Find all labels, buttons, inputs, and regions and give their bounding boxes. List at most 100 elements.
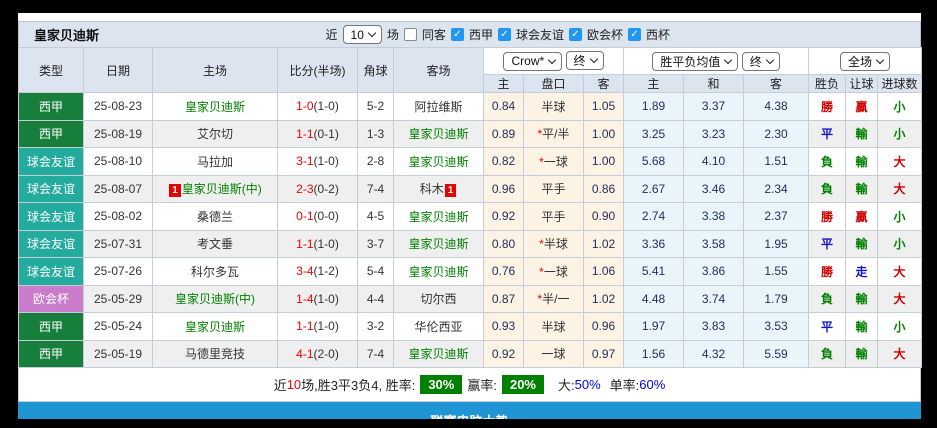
match-date: 25-07-31 <box>83 229 153 258</box>
scope-select[interactable]: 全场 <box>840 51 891 71</box>
league-checkbox-copa[interactable]: ✓ <box>627 28 641 41</box>
euro-home-odds: 5.68 <box>623 147 685 176</box>
match-type-badge: 欧会杯 <box>18 284 84 313</box>
col-header-date: 日期 <box>83 47 153 93</box>
fulltime-score: 1-4 <box>296 291 314 306</box>
home-team-name[interactable]: 马拉加 <box>197 155 233 169</box>
handicap-name: 半球 <box>543 237 568 252</box>
summary-bar: 近 10 场,胜3平3负4, 胜率: 30% 赢率: 20% 大: 50% 单率: 60… <box>18 368 921 402</box>
table-row: 球会友谊 25-08-02 桑德兰 0-1(0-0) 4-5 皇家贝迪斯 0.92 平手 0.9… <box>18 202 923 231</box>
euro-home-odds: 1.89 <box>623 92 685 121</box>
home-team-name[interactable]: 桑德兰 <box>197 210 233 224</box>
col-header-corner: 角球 <box>357 47 394 93</box>
sub-col-goals: 进球数 <box>877 74 923 93</box>
recent-count-value: 10 <box>350 27 364 42</box>
odds-avg-select[interactable]: 胜平负均值 <box>652 51 739 71</box>
handicap-result-cell: 走 <box>845 257 879 286</box>
away-team-name[interactable]: 切尔西 <box>420 292 456 306</box>
euro-home-odds: 3.25 <box>623 119 685 148</box>
sub-col-result: 胜负 <box>808 74 847 93</box>
home-team-name[interactable]: 艾尔切 <box>197 127 233 141</box>
footer-section-bar[interactable]: 联赛电脑大势 <box>18 402 921 419</box>
euro-away-odds: 1.79 <box>743 284 810 313</box>
avg-stage-select-value: 终 <box>749 54 762 69</box>
chevron-down-icon <box>724 55 733 64</box>
away-team-name[interactable]: 皇家贝迪斯 <box>408 237 468 251</box>
match-type-badge: 西甲 <box>18 312 84 341</box>
home-team-cell: 科尔多瓦 <box>152 257 278 286</box>
home-team-cell: 皇家贝迪斯 <box>152 92 278 121</box>
euro-draw-odds: 3.83 <box>683 312 745 341</box>
bookmaker-select[interactable]: Crow* <box>503 51 563 71</box>
away-team-cell: 皇家贝迪斯 <box>393 257 484 286</box>
selects-row: 类型 日期 主场 比分(半场) 角球 客场 Crow* 终 胜平负均值 终 全场 <box>18 47 923 93</box>
team-header-bar: 皇家贝迪斯 近 10 场 同客 ✓ 西甲 ✓ 球会友谊 ✓ 欧会杯 ✓ 西杯 <box>18 21 921 47</box>
chevron-down-icon <box>589 55 598 64</box>
handicap-result-cell: 贏 <box>845 202 879 231</box>
corner-score: 3-7 <box>357 229 394 258</box>
crown-stage-select[interactable]: 终 <box>565 51 604 71</box>
goals-cell: 大 <box>877 284 923 313</box>
handicap-cell: *半球 <box>523 229 584 258</box>
recent-count-select[interactable]: 10 <box>342 25 382 44</box>
home-team-name[interactable]: 马德里竞技 <box>185 347 245 361</box>
goals-cell: 小 <box>877 312 923 341</box>
match-type-badge: 球会友谊 <box>18 147 84 176</box>
fulltime-score: 2-3 <box>296 181 314 196</box>
home-team-name[interactable]: 科尔多瓦 <box>191 265 239 279</box>
corner-score: 4-5 <box>357 202 394 231</box>
euro-draw-odds: 3.23 <box>683 119 745 148</box>
handicap-name: 平/半 <box>542 127 570 142</box>
home-team-name[interactable]: 皇家贝迪斯(中) <box>182 182 262 196</box>
home-team-name[interactable]: 皇家贝迪斯(中) <box>175 292 255 306</box>
away-team-name[interactable]: 皇家贝迪斯 <box>408 347 468 361</box>
league-checkbox-conference[interactable]: ✓ <box>568 28 582 41</box>
chevron-down-icon <box>875 55 885 64</box>
home-team-cell: 皇家贝迪斯 <box>152 312 278 341</box>
away-team-name[interactable]: 皇家贝迪斯 <box>408 127 468 141</box>
avg-stage-select[interactable]: 终 <box>741 51 780 71</box>
away-team-cell: 科木 1 <box>393 174 484 203</box>
away-team-name[interactable]: 科木 <box>420 182 444 196</box>
home-team-cell: 1 皇家贝迪斯(中) <box>152 174 278 203</box>
handicap-name: 平手 <box>541 209 566 224</box>
table-row: 西甲 25-08-19 艾尔切 1-1(0-1) 1-3 皇家贝迪斯 0.89 *平/半 1.0… <box>18 119 923 148</box>
league-label-friendly: 球会友谊 <box>515 28 564 42</box>
table-row: 西甲 25-05-24 皇家贝迪斯 1-1(1-0) 3-2 华伦西亚 0.93 半球 0.96… <box>18 312 923 341</box>
crown-home-odds: 0.92 <box>483 202 524 231</box>
league-checkbox-laliga[interactable]: ✓ <box>450 28 464 41</box>
result-cell: 負 <box>808 284 847 313</box>
fulltime-score: 0-1 <box>296 209 314 224</box>
home-team-name[interactable]: 皇家贝迪斯 <box>185 320 245 334</box>
table-row: 球会友谊 25-08-07 1 皇家贝迪斯(中) 2-3(0-2) 7-4 科木 1 0.96 平… <box>18 174 923 203</box>
fulltime-score: 3-1 <box>296 154 314 169</box>
away-team-cell: 皇家贝迪斯 <box>393 147 484 176</box>
away-team-name[interactable]: 皇家贝迪斯 <box>408 265 468 279</box>
corner-score: 5-4 <box>357 257 394 286</box>
corner-score: 2-8 <box>357 147 394 176</box>
handicap-result-cell: 輸 <box>845 339 879 368</box>
match-table-body: 西甲 25-08-23 皇家贝迪斯 1-0(1-0) 5-2 阿拉维斯 0.84 半球 1.05… <box>18 92 923 368</box>
handicap-cell: *一球 <box>523 257 584 286</box>
same-venue-checkbox[interactable] <box>403 28 417 41</box>
match-type-badge: 球会友谊 <box>18 229 84 258</box>
away-team-name[interactable]: 皇家贝迪斯 <box>408 210 468 224</box>
result-cell: 負 <box>808 174 847 203</box>
away-team-name[interactable]: 华伦西亚 <box>414 320 462 334</box>
home-team-name[interactable]: 考文垂 <box>197 237 233 251</box>
away-team-name[interactable]: 皇家贝迪斯 <box>408 155 468 169</box>
home-team-cell: 桑德兰 <box>152 202 278 231</box>
match-type-badge: 西甲 <box>18 92 84 121</box>
result-cell: 平 <box>808 119 847 148</box>
match-type-badge: 球会友谊 <box>18 202 84 231</box>
handicap-rate-label: 赢率: <box>467 378 497 393</box>
crown-home-odds: 0.80 <box>483 229 524 258</box>
home-team-name[interactable]: 皇家贝迪斯 <box>185 100 245 114</box>
score-cell: 3-1(1-0) <box>277 147 358 176</box>
euro-draw-odds: 3.74 <box>683 284 745 313</box>
league-checkbox-friendly[interactable]: ✓ <box>497 28 511 41</box>
league-label-copa: 西杯 <box>645 28 670 42</box>
match-date: 25-08-23 <box>83 92 153 121</box>
euro-away-odds: 1.95 <box>743 229 810 258</box>
away-team-name[interactable]: 阿拉维斯 <box>414 100 462 114</box>
